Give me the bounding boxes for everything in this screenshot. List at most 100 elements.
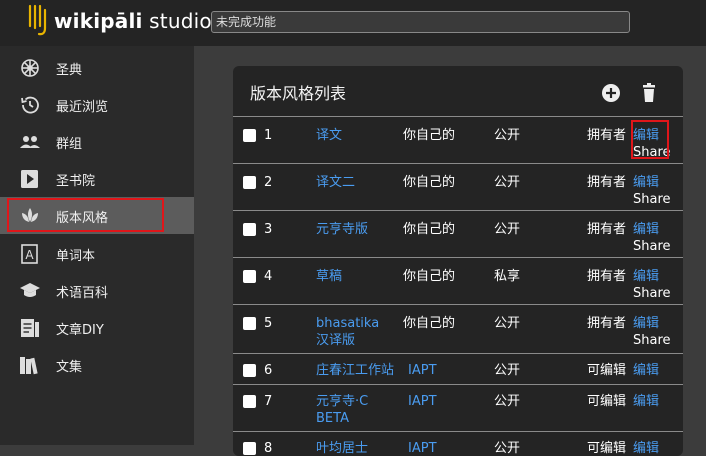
channel-name-link[interactable]: 译文: [316, 127, 394, 144]
sidebar-item-academy[interactable]: 圣书院: [0, 160, 194, 197]
sidebar-item-label: 术语百科: [56, 286, 109, 301]
sidebar-item-label: 文集: [56, 360, 83, 375]
sidebar-item-anthology[interactable]: 文集: [0, 346, 194, 383]
privacy-text: 公开: [494, 394, 521, 409]
role-text: 可编辑: [587, 394, 627, 409]
row-checkbox[interactable]: [243, 129, 256, 142]
row-checkbox[interactable]: [243, 317, 256, 330]
history-clock-icon: [21, 96, 39, 114]
privacy-text: 公开: [494, 128, 521, 143]
sidebar-item-wordbook[interactable]: A 单词本: [0, 235, 194, 272]
role-text: 可编辑: [587, 363, 627, 378]
row-number: 6: [264, 363, 273, 378]
card-title: 版本风格列表: [250, 84, 347, 103]
role-text: 拥有者: [587, 175, 627, 190]
share-link[interactable]: Share: [633, 144, 671, 161]
table-row: 2 译文二 你自己的 公开 拥有者 编辑 Share: [233, 163, 683, 211]
edit-link[interactable]: 编辑: [633, 221, 659, 238]
row-checkbox[interactable]: [243, 364, 256, 377]
edit-link[interactable]: 编辑: [633, 362, 659, 379]
channel-name-link[interactable]: 草稿: [316, 268, 394, 285]
row-number: 8: [264, 441, 273, 456]
role-text: 拥有者: [587, 128, 627, 143]
edit-link[interactable]: 编辑: [633, 315, 659, 332]
logo-mark-icon: [28, 4, 47, 36]
channel-name-link[interactable]: 元亨寺版: [316, 221, 394, 238]
owner-link[interactable]: IAPT: [408, 362, 437, 379]
sidebar-item-groups[interactable]: 群组: [0, 123, 194, 160]
search-input[interactable]: 未完成功能: [211, 11, 630, 33]
sidebar-item-articles[interactable]: 文章DIY: [0, 309, 194, 346]
sidebar-item-label: 版本风格: [56, 211, 109, 226]
role-text: 可编辑: [587, 441, 627, 456]
sidebar: 圣典 最近浏览 群组 圣书院 版本风格 A 单词本 术语百科 文章DIY 文集: [0, 46, 194, 445]
share-link[interactable]: Share: [633, 285, 671, 302]
share-link[interactable]: Share: [633, 191, 671, 208]
app-logo[interactable]: wikipāli studio: [26, 4, 226, 38]
table-row: 6 庄春江工作站 IAPT 公开 可编辑 编辑: [233, 353, 683, 385]
sidebar-item-label: 群组: [56, 137, 83, 152]
row-checkbox[interactable]: [243, 395, 256, 408]
edit-link[interactable]: 编辑: [633, 268, 659, 285]
channel-name-link[interactable]: bhasatika汉译版: [316, 315, 392, 349]
sidebar-item-channels[interactable]: 版本风格: [0, 197, 194, 234]
sidebar-item-recent[interactable]: 最近浏览: [0, 86, 194, 123]
svg-text:A: A: [25, 248, 34, 262]
share-link[interactable]: Share: [633, 238, 671, 255]
role-text: 拥有者: [587, 269, 627, 284]
add-circle-icon[interactable]: [600, 82, 622, 104]
channel-name-link[interactable]: 庄春江工作站: [316, 362, 406, 379]
channel-name-link[interactable]: 元亨寺·CBETA: [316, 393, 372, 427]
top-bar: wikipāli studio 未完成功能: [0, 0, 706, 46]
privacy-text: 公开: [494, 222, 521, 237]
owner-link[interactable]: IAPT: [408, 440, 437, 456]
play-video-icon: [21, 170, 38, 188]
sidebar-item-label: 圣典: [56, 63, 83, 78]
row-number: 1: [264, 128, 273, 143]
row-number: 7: [264, 394, 273, 409]
row-checkbox[interactable]: [243, 223, 256, 236]
owner-text: 你自己的: [403, 269, 456, 284]
sidebar-item-label: 文章DIY: [56, 323, 104, 338]
edit-link[interactable]: 编辑: [633, 127, 659, 144]
sidebar-item-label: 最近浏览: [56, 100, 109, 115]
owner-link[interactable]: IAPT: [408, 393, 437, 410]
edit-link[interactable]: 编辑: [633, 393, 659, 410]
dharma-wheel-icon: [21, 59, 39, 77]
table-row: 3 元亨寺版 你自己的 公开 拥有者 编辑 Share: [233, 210, 683, 258]
owner-text: 你自己的: [403, 222, 456, 237]
dictionary-a-icon: A: [21, 244, 38, 264]
trash-icon[interactable]: [638, 82, 660, 104]
privacy-text: 公开: [494, 175, 521, 190]
row-checkbox[interactable]: [243, 270, 256, 283]
article-icon: [21, 319, 39, 337]
owner-text: 你自己的: [403, 316, 456, 331]
table-row: 4 草稿 你自己的 私享 拥有者 编辑 Share: [233, 257, 683, 305]
row-number: 3: [264, 222, 273, 237]
table-row: 7 元亨寺·CBETA IAPT 公开 可编辑 编辑: [233, 384, 683, 432]
lotus-icon: [22, 208, 38, 222]
sidebar-item-label: 圣书院: [56, 174, 96, 189]
channel-name-link[interactable]: 叶均居士: [316, 440, 394, 456]
table-row: 1 译文 你自己的 公开 拥有者 编辑 Share: [233, 116, 683, 164]
share-link[interactable]: Share: [633, 332, 671, 349]
table-row: 8 叶均居士 IAPT 公开 可编辑 编辑: [233, 431, 683, 456]
role-text: 拥有者: [587, 316, 627, 331]
edit-link[interactable]: 编辑: [633, 174, 659, 191]
row-checkbox[interactable]: [243, 442, 256, 455]
row-number: 5: [264, 316, 273, 331]
row-number: 4: [264, 269, 273, 284]
sidebar-item-canon[interactable]: 圣典: [0, 49, 194, 86]
edit-link[interactable]: 编辑: [633, 440, 659, 456]
channel-list-card: 版本风格列表 1 译文 你自己的 公开 拥有者 编辑 Share 2 译文二 你…: [233, 66, 683, 456]
logo-text: wikipāli studio: [54, 9, 212, 33]
row-number: 2: [264, 175, 273, 190]
row-checkbox[interactable]: [243, 176, 256, 189]
sidebar-item-terms[interactable]: 术语百科: [0, 272, 194, 309]
books-icon: [20, 357, 38, 375]
privacy-text: 公开: [494, 363, 521, 378]
group-people-icon: [20, 136, 40, 148]
channel-name-link[interactable]: 译文二: [316, 174, 394, 191]
owner-text: 你自己的: [403, 128, 456, 143]
graduation-cap-icon: [20, 283, 40, 297]
